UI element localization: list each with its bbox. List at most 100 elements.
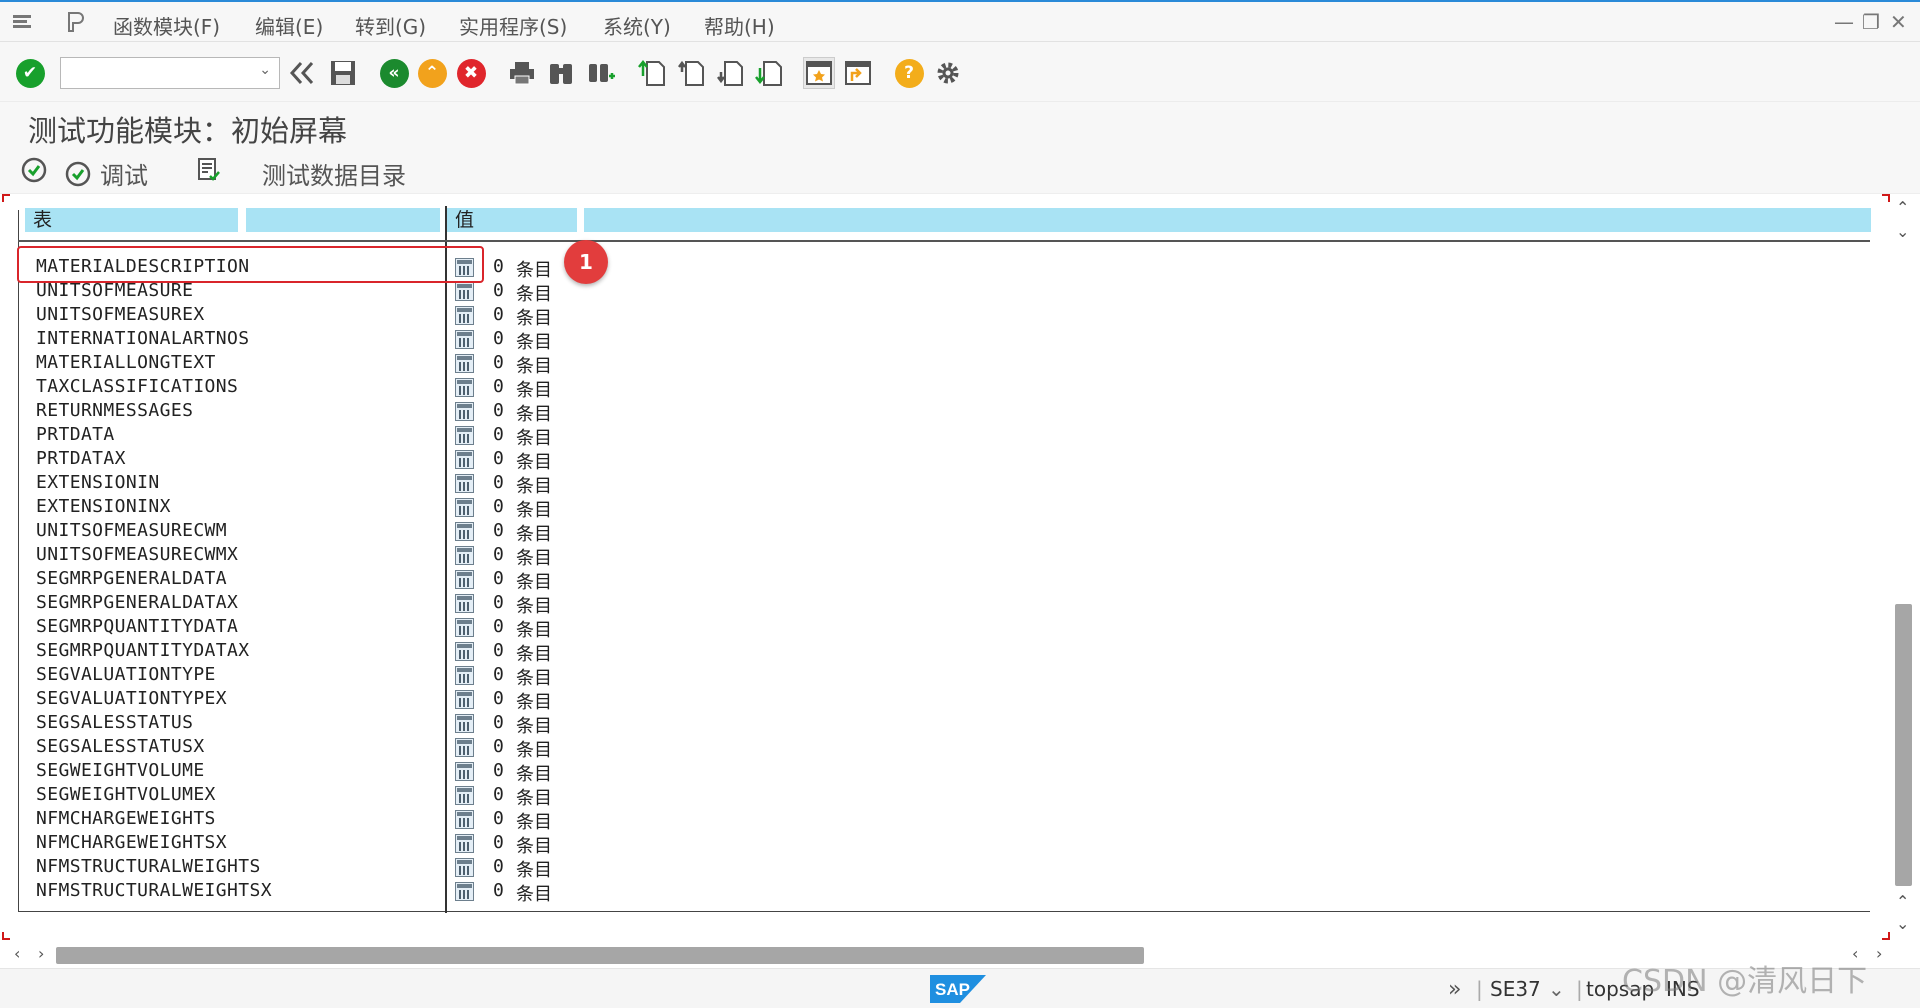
table-view-icon[interactable] — [455, 402, 474, 421]
new-session-button[interactable] — [803, 57, 835, 89]
execute-button[interactable] — [20, 156, 48, 184]
table-view-icon[interactable] — [455, 330, 474, 349]
help-button[interactable]: ? — [893, 57, 925, 89]
table-view-icon[interactable] — [455, 450, 474, 469]
find-next-button[interactable] — [585, 57, 617, 89]
test-data-directory-button[interactable]: 测试数据目录 — [262, 156, 406, 191]
table-view-icon[interactable] — [455, 810, 474, 829]
table-row-name[interactable]: EXTENSIONIN — [36, 472, 160, 493]
horizontal-scroll-thumb[interactable] — [56, 947, 1144, 964]
table-view-icon[interactable] — [455, 426, 474, 445]
table-view-icon[interactable] — [455, 594, 474, 613]
scroll-left-icon[interactable]: ‹ — [14, 944, 20, 963]
table-row-name[interactable]: NFMSTRUCTURALWEIGHTS — [36, 856, 261, 877]
menu-help[interactable]: 帮助(H) — [704, 11, 775, 40]
table-row-name[interactable]: SEGMRPQUANTITYDATAX — [36, 640, 250, 661]
table-row-name[interactable]: SEGWEIGHTVOLUMEX — [36, 784, 216, 805]
table-row-name[interactable]: UNITSOFMEASURECWM — [36, 520, 227, 541]
table-view-icon[interactable] — [455, 474, 474, 493]
find-button[interactable] — [545, 57, 577, 89]
table-view-icon[interactable] — [455, 762, 474, 781]
table-view-icon[interactable] — [455, 618, 474, 637]
table-row-name[interactable]: MATERIALLONGTEXT — [36, 352, 216, 373]
exit-button[interactable]: ⌃ — [416, 57, 448, 89]
table-view-icon[interactable] — [455, 354, 474, 373]
table-view-icon[interactable] — [455, 882, 474, 901]
scroll-up-icon-2[interactable]: ⌄ — [1896, 222, 1909, 241]
table-row-name[interactable]: SEGWEIGHTVOLUME — [36, 760, 205, 781]
column-header-value[interactable]: 值 — [447, 208, 577, 232]
restore-icon[interactable]: ❐ — [1862, 10, 1880, 34]
debug-button[interactable]: 调试 — [64, 156, 148, 191]
table-view-icon[interactable] — [455, 714, 474, 733]
table-view-icon[interactable] — [455, 522, 474, 541]
collapse-toolbar-button[interactable] — [286, 57, 318, 89]
table-view-icon[interactable] — [455, 690, 474, 709]
table-view-icon[interactable] — [455, 306, 474, 325]
table-view-icon[interactable] — [455, 378, 474, 397]
table-view-icon[interactable] — [455, 834, 474, 853]
close-window-icon[interactable]: ✕ — [1890, 10, 1907, 34]
table-row-name[interactable]: SEGSALESSTATUSX — [36, 736, 205, 757]
table-view-icon[interactable] — [455, 546, 474, 565]
user-menu-icon[interactable] — [64, 10, 88, 34]
table-view-icon[interactable] — [455, 498, 474, 517]
table-view-icon[interactable] — [455, 570, 474, 589]
table-row-name[interactable]: NFMSTRUCTURALWEIGHTSX — [36, 880, 272, 901]
table-view-icon[interactable] — [455, 786, 474, 805]
scroll-down-icon[interactable]: ⌃ — [1896, 892, 1909, 911]
table-row-name[interactable]: UNITSOFMEASURE — [36, 280, 193, 301]
print-button[interactable] — [506, 57, 538, 89]
table-row-name[interactable]: SEGMRPQUANTITYDATA — [36, 616, 238, 637]
table-row-name[interactable]: PRTDATA — [36, 424, 115, 445]
table-row-name[interactable]: NFMCHARGEWEIGHTSX — [36, 832, 227, 853]
table-row-name[interactable]: UNITSOFMEASURECWMX — [36, 544, 238, 565]
enter-button[interactable]: ✔ — [14, 57, 46, 89]
minimize-icon[interactable]: — — [1834, 10, 1854, 34]
table-row-name[interactable]: SEGVALUATIONTYPEX — [36, 688, 227, 709]
table-row-name[interactable]: RETURNMESSAGES — [36, 400, 193, 421]
last-page-button[interactable] — [753, 57, 785, 89]
menu-icon[interactable] — [10, 10, 34, 34]
table-view-icon[interactable] — [455, 282, 474, 301]
table-row-name[interactable]: SEGMRPGENERALDATAX — [36, 592, 238, 613]
menu-utilities[interactable]: 实用程序(S) — [459, 11, 567, 40]
customize-layout-button[interactable] — [932, 57, 964, 89]
table-view-icon[interactable] — [455, 738, 474, 757]
table-row-name[interactable]: NFMCHARGEWEIGHTS — [36, 808, 216, 829]
table-view-icon[interactable] — [455, 858, 474, 877]
command-field[interactable]: ⌄ — [60, 57, 280, 89]
back-button[interactable]: « — [378, 57, 410, 89]
column-header-table-2[interactable] — [246, 208, 440, 232]
table-view-icon[interactable] — [455, 642, 474, 661]
table-row-name[interactable]: TAXCLASSIFICATIONS — [36, 376, 238, 397]
table-row-name[interactable]: INTERNATIONALARTNOS — [36, 328, 250, 349]
menu-system[interactable]: 系统(Y) — [603, 11, 671, 40]
table-view-icon[interactable] — [455, 666, 474, 685]
previous-page-button[interactable] — [675, 57, 707, 89]
cancel-button[interactable]: ✖ — [455, 57, 487, 89]
chevron-down-icon[interactable]: ⌄ — [259, 62, 271, 78]
table-row-name[interactable]: SEGSALESSTATUS — [36, 712, 193, 733]
scroll-up-icon[interactable]: ⌃ — [1896, 198, 1909, 217]
scroll-right-end-icon[interactable]: › — [1876, 944, 1882, 963]
table-row-name[interactable]: SEGVALUATIONTYPE — [36, 664, 216, 685]
vertical-scroll-thumb[interactable] — [1895, 604, 1912, 886]
menu-edit[interactable]: 编辑(E) — [255, 11, 323, 40]
table-row-name[interactable]: SEGMRPGENERALDATA — [36, 568, 227, 589]
save-button[interactable] — [327, 57, 359, 89]
next-page-button[interactable] — [714, 57, 746, 89]
scroll-right-icon[interactable]: › — [38, 944, 44, 963]
table-row-name[interactable]: PRTDATAX — [36, 448, 126, 469]
first-page-button[interactable] — [636, 57, 668, 89]
table-row-name[interactable]: EXTENSIONINX — [36, 496, 171, 517]
column-header-table[interactable]: 表 — [25, 208, 238, 232]
scroll-down-icon-2[interactable]: ⌄ — [1896, 914, 1909, 933]
table-row-name[interactable]: UNITSOFMEASUREX — [36, 304, 205, 325]
menu-goto[interactable]: 转到(G) — [355, 11, 426, 40]
shortcut-button[interactable] — [842, 57, 874, 89]
menu-function-module[interactable]: 函数模块(F) — [113, 11, 220, 40]
status-expand-icon[interactable]: » — [1448, 977, 1461, 1002]
test-data-icon-button[interactable] — [194, 156, 222, 184]
transaction-chevron-icon[interactable]: ⌄ — [1548, 977, 1565, 1001]
